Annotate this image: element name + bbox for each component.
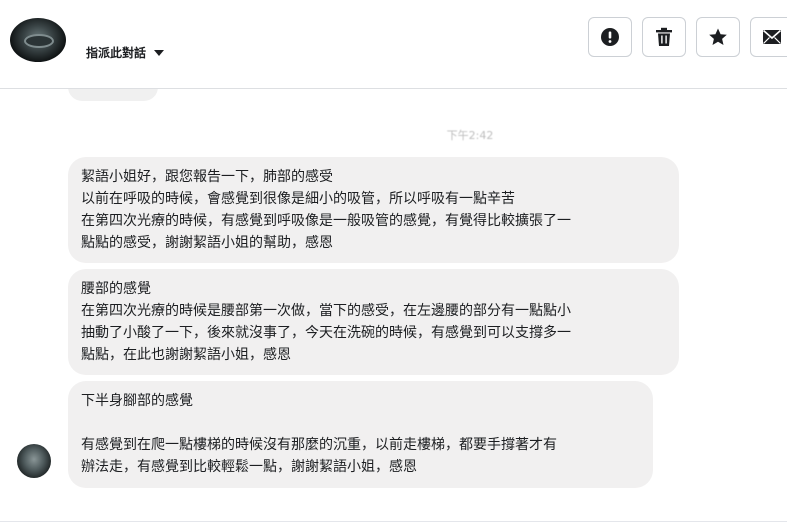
message-line: 在第四次光療的時候，有感覺到呼吸像是一般吸管的感覺，有覺得比較擴張了一 — [81, 213, 571, 229]
message-line: 在第四次光療的時候是腰部第一次做，當下的感受，在左邊腰的部分有一點點小 — [81, 303, 571, 319]
trash-icon — [656, 27, 672, 46]
message-line: 絜語小姐好，跟您報告一下，肺部的感受 — [81, 169, 333, 185]
composer-divider — [0, 521, 787, 522]
conversation-header: 指派此對話 — [0, 0, 787, 89]
message-line: 腰部的感覺 — [81, 281, 151, 297]
mail-icon — [762, 29, 782, 44]
mark-unread-button[interactable] — [750, 17, 787, 57]
message-line: 有感覺到在爬一點樓梯的時候沒有那麼的沉重，以前走樓梯，都要手撐著才有 — [81, 437, 557, 453]
assign-conversation-dropdown[interactable]: 指派此對話 — [86, 44, 165, 61]
avatar-image-detail — [24, 34, 54, 48]
message-line: 點點，在此也謝謝絜語小姐，感恩 — [81, 347, 291, 363]
message-bubble[interactable]: 下半身腳部的感覺 有感覺到在爬一點樓梯的時候沒有那麼的沉重，以前走樓梯，都要手撐… — [68, 381, 653, 488]
message-line: 抽動了小酸了一下，後來就沒事了，今天在洗碗的時候，有感覺到可以支撐多一 — [81, 325, 571, 341]
star-icon — [709, 28, 727, 45]
delete-button[interactable] — [642, 17, 686, 57]
sender-avatar[interactable] — [17, 444, 51, 478]
message-bubble[interactable]: 腰部的感覺 在第四次光療的時候是腰部第一次做，當下的感受，在左邊腰的部分有一點點… — [68, 269, 679, 375]
conversation-toolbar — [588, 17, 787, 57]
caret-down-icon — [154, 49, 165, 56]
mark-spam-button[interactable] — [588, 17, 632, 57]
message-line: 點點的感受，謝謝絜語小姐的幫助，感恩 — [81, 235, 333, 251]
message-line: 下半身腳部的感覺 — [81, 393, 193, 409]
message-thread[interactable]: 下午2:42 絜語小姐好，跟您報告一下，肺部的感受 以前在呼吸的時候，會感覺到很… — [0, 73, 787, 526]
message-line: 以前在呼吸的時候，會感覺到很像是細小的吸管，所以呼吸有一點辛苦 — [81, 191, 515, 207]
contact-avatar[interactable] — [10, 18, 66, 62]
message-timestamp: 下午2:42 — [446, 129, 494, 142]
message-line: 辦法走，有感覺到比較輕鬆一點，謝謝絜語小姐，感恩 — [81, 459, 417, 475]
star-button[interactable] — [696, 17, 740, 57]
alert-icon — [601, 28, 619, 46]
message-bubble[interactable]: 絜語小姐好，跟您報告一下，肺部的感受 以前在呼吸的時候，會感覺到很像是細小的吸管… — [68, 157, 679, 263]
assign-conversation-label: 指派此對話 — [86, 46, 147, 60]
